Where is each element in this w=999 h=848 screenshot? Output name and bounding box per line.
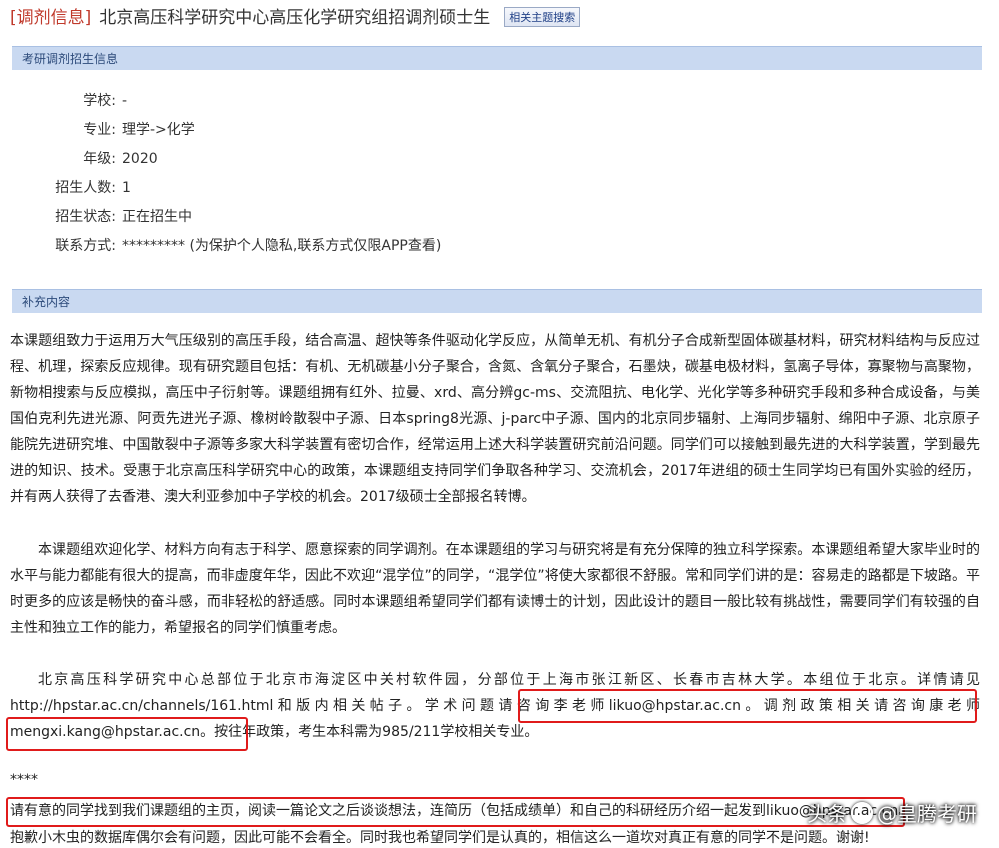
info-row-school: 学校: -	[0, 91, 127, 111]
info-value: 2020	[122, 151, 158, 167]
watermark-name: 皇腾考研	[897, 802, 977, 826]
info-row-major: 专业: 理学->化学	[0, 120, 195, 140]
page-title: 北京高压科学研究中心高压化学研究组招调剂硕士生	[99, 8, 491, 28]
info-row-contact: 联系方式: ********* (为保护个人隐私,联系方式仅限APP查看)	[0, 236, 441, 256]
paragraph-contact-details: 北京高压科学研究中心总部位于北京市海淀区中关村软件园，分部位于上海市张江新区、长…	[10, 672, 980, 740]
paragraph-research-intro: 本课题组致力于运用万大气压级别的高压手段，结合高温、超快等条件驱动化学反应，从简…	[10, 333, 980, 505]
closing-note: 抱歉小木虫的数据库偶尔会有问题，因此可能不会看全。同时我也希望同学们是认真的，相…	[10, 830, 870, 846]
info-value: 正在招生中	[122, 209, 192, 225]
application-instruction: 请有意的同学找到我们课题组的主页，阅读一篇论文之后谈谈想法，连简历（包括成绩单）…	[10, 803, 913, 819]
title-row: [调剂信息] 北京高压科学研究中心高压化学研究组招调剂硕士生 相关主题搜索	[10, 3, 581, 28]
info-value: 1	[122, 180, 131, 196]
watermark-prefix: 头条	[807, 802, 847, 826]
info-row-grade: 年级: 2020	[0, 149, 158, 169]
info-label: 专业:	[83, 122, 116, 138]
category-tag: [调剂信息]	[10, 8, 92, 28]
info-label: 联系方式:	[55, 238, 116, 254]
separator-stars: ****	[10, 772, 38, 788]
info-label: 年级:	[83, 151, 116, 167]
info-row-quota: 招生人数: 1	[0, 178, 131, 198]
info-value: -	[122, 93, 128, 109]
watermark: 头条 @皇腾考研	[807, 798, 977, 827]
paragraph-expectations: 本课题组欢迎化学、材料方向有志于科学、愿意探索的同学调剂。在本课题组的学习与研究…	[10, 542, 980, 636]
info-label: 招生人数:	[55, 180, 116, 196]
info-value: ********* (为保护个人隐私,联系方式仅限APP查看)	[122, 238, 442, 254]
related-topic-search-button[interactable]: 相关主题搜索	[504, 7, 581, 27]
info-value: 理学->化学	[122, 122, 195, 138]
watermark-logo-icon	[851, 802, 873, 824]
section-heading-supplement: 补充内容	[12, 289, 982, 313]
info-row-status: 招生状态: 正在招生中	[0, 207, 192, 227]
watermark-at: @	[877, 802, 897, 826]
info-label: 招生状态:	[55, 209, 116, 225]
info-label: 学校:	[83, 93, 116, 109]
section-heading-admission-info: 考研调剂招生信息	[12, 46, 982, 70]
